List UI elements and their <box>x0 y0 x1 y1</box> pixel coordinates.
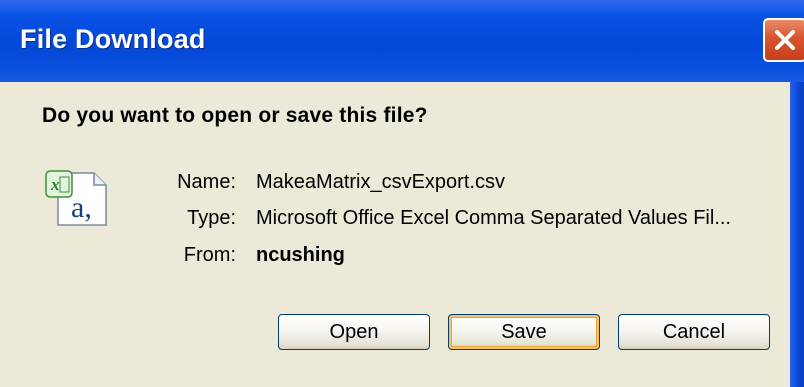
file-download-dialog: File Download Do you want to open or sav… <box>0 0 804 387</box>
window-frame-right <box>790 82 804 387</box>
window-title: File Download <box>20 24 206 54</box>
excel-csv-file-icon: x a, <box>44 167 110 229</box>
name-label: Name: <box>177 171 236 193</box>
svg-text:x: x <box>50 175 60 194</box>
close-button[interactable] <box>763 18 804 62</box>
close-x-icon <box>775 30 795 50</box>
svg-text:a,: a, <box>71 191 92 224</box>
file-type-value: Microsoft Office Excel Comma Separated V… <box>256 207 731 229</box>
type-label: Type: <box>187 207 236 229</box>
cancel-button[interactable]: Cancel <box>618 314 770 350</box>
from-label: From: <box>183 244 236 266</box>
open-button[interactable]: Open <box>278 314 430 350</box>
save-button[interactable]: Save <box>448 314 600 350</box>
dialog-question: Do you want to open or save this file? <box>42 104 428 127</box>
file-name-value: MakeaMatrix_csvExport.csv <box>256 171 505 193</box>
from-value: ncushing <box>256 244 345 266</box>
title-bar[interactable]: File Download <box>0 0 804 83</box>
